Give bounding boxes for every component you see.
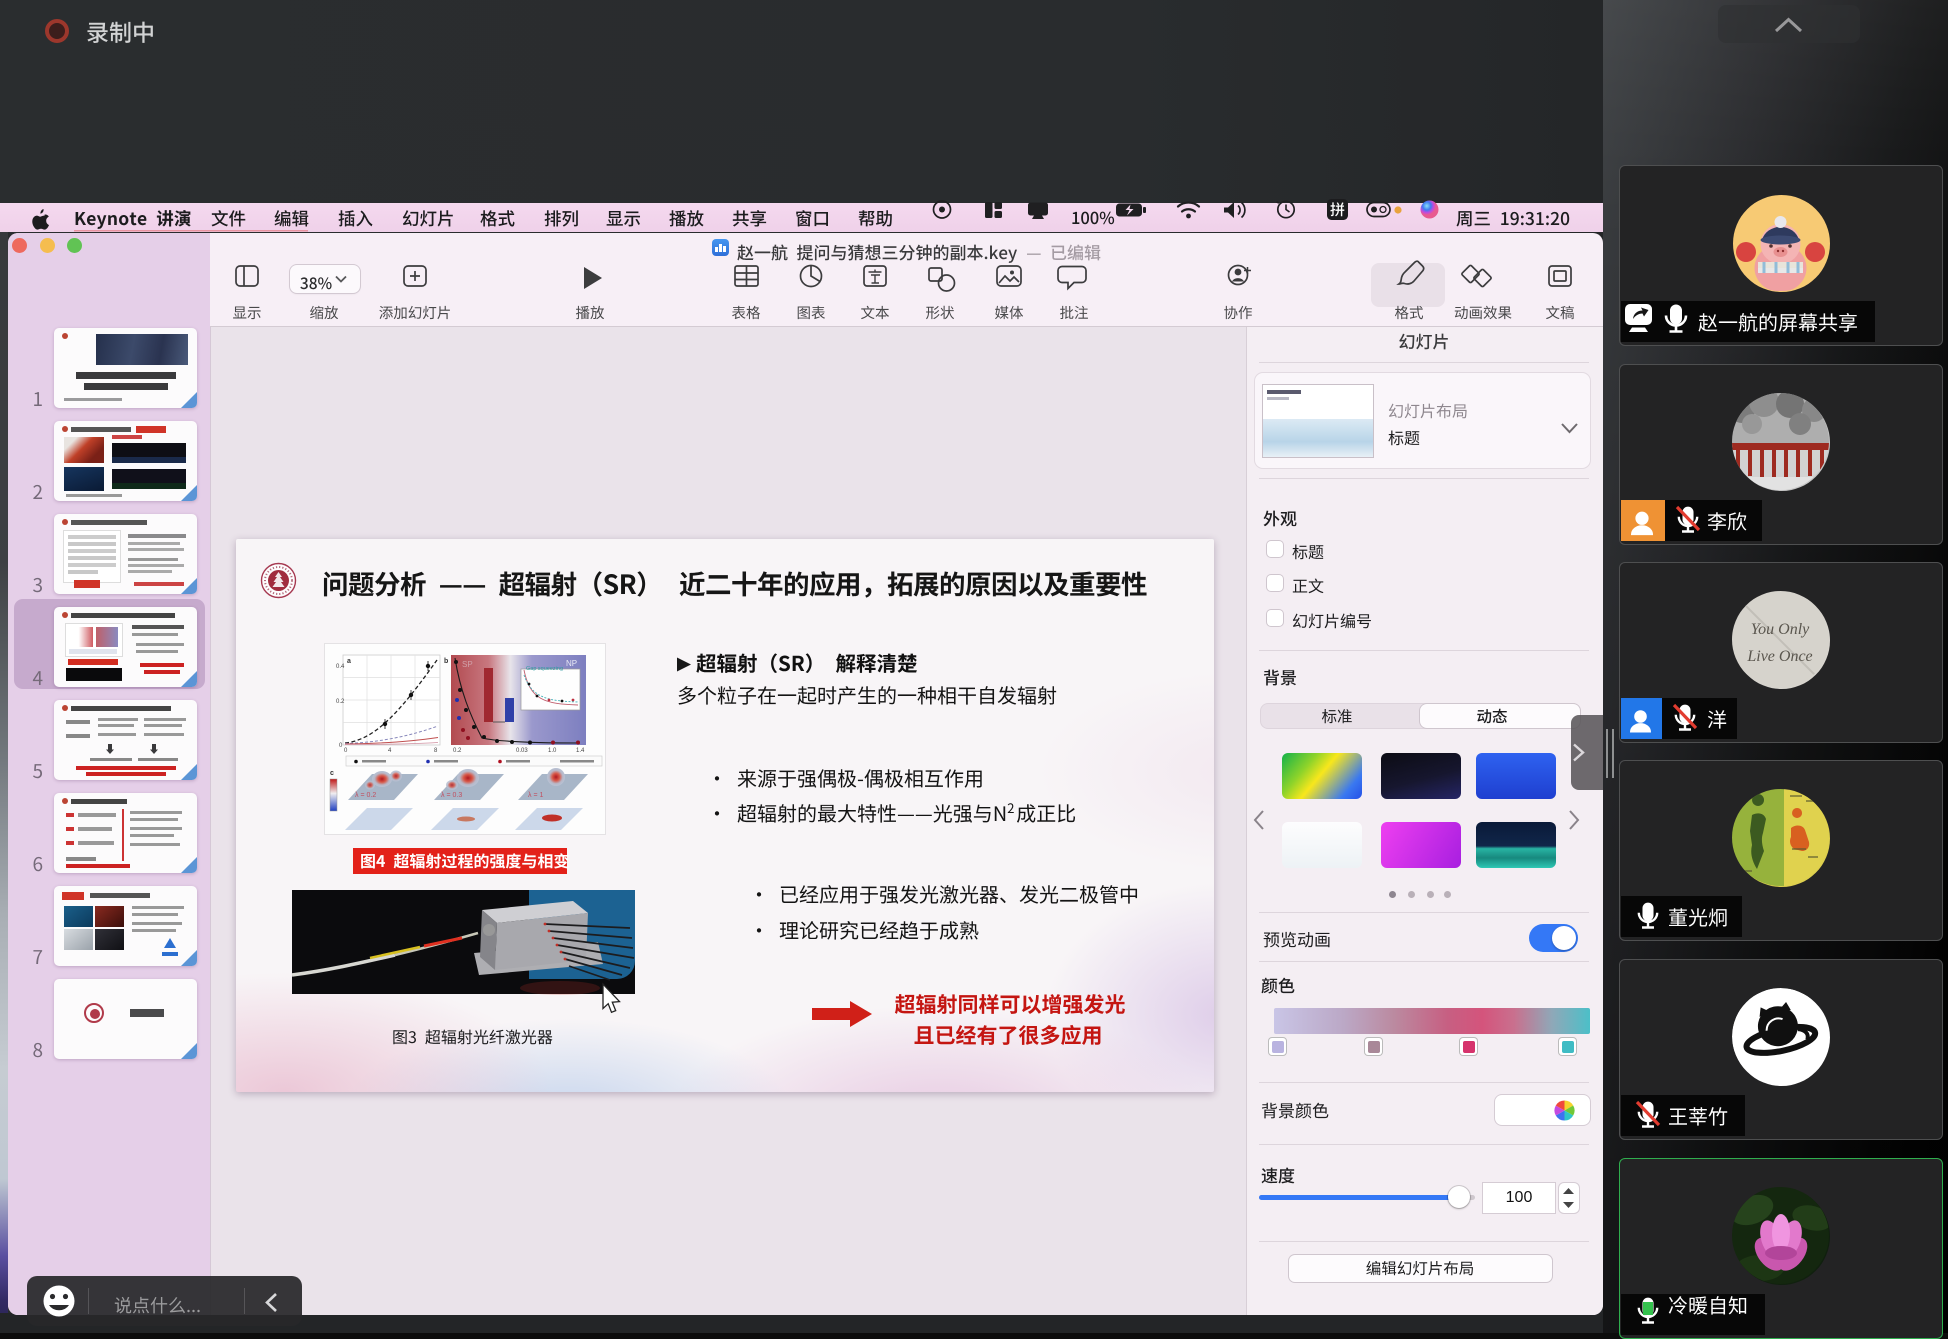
svg-text:You Only: You Only: [1751, 621, 1810, 638]
svg-text:NP: NP: [566, 659, 577, 668]
svg-text:b: b: [444, 658, 448, 665]
svg-text:a: a: [347, 658, 351, 665]
svg-text:λ = 1: λ = 1: [528, 792, 543, 799]
svg-text:λ = 0.3: λ = 0.3: [441, 792, 462, 799]
svg-text:0.2: 0.2: [453, 748, 462, 754]
svg-text:8: 8: [434, 748, 438, 754]
svg-text:SP: SP: [462, 660, 473, 669]
svg-text:c: c: [330, 770, 334, 777]
svg-text:0: 0: [344, 748, 348, 754]
svg-text:Live Once: Live Once: [1746, 648, 1812, 665]
svg-text:1.4: 1.4: [576, 748, 585, 754]
svg-text:0.03: 0.03: [516, 748, 528, 754]
svg-text:λ = 0.2: λ = 0.2: [355, 792, 376, 799]
svg-text:1.0: 1.0: [548, 748, 557, 754]
svg-text:0.2: 0.2: [336, 699, 345, 705]
svg-text:0: 0: [339, 743, 343, 749]
svg-text:0.4: 0.4: [336, 664, 345, 670]
svg-text:4: 4: [388, 748, 392, 754]
svg-text:Gap squeezing: Gap squeezing: [526, 666, 563, 672]
